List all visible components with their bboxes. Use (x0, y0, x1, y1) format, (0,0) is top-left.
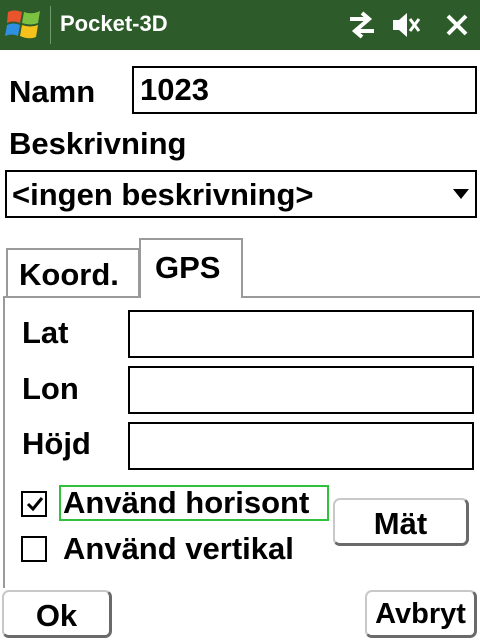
name-input-value: 1023 (140, 72, 209, 107)
lon-label: Lon (22, 371, 79, 406)
chevron-down-icon[interactable] (453, 189, 469, 199)
measure-button[interactable]: Mät (333, 498, 469, 546)
lat-input[interactable] (128, 310, 474, 358)
description-dropdown[interactable]: <ingen beskrivning> (5, 170, 477, 218)
lat-label: Lat (22, 315, 69, 350)
volume-muted-icon[interactable] (390, 10, 422, 40)
use-horizontal-checkbox[interactable] (21, 491, 47, 517)
measure-button-label: Mät (373, 506, 428, 541)
window-title: Pocket-3D (60, 11, 168, 36)
height-input[interactable] (128, 422, 474, 470)
use-vertical-label[interactable]: Använd vertikal (63, 533, 294, 564)
connectivity-icon[interactable] (346, 10, 378, 40)
cancel-button[interactable]: Avbryt (365, 590, 477, 638)
close-icon[interactable] (441, 10, 473, 40)
windows-start-icon[interactable] (4, 6, 44, 44)
ok-button-label: Ok (35, 598, 78, 633)
height-label: Höjd (22, 426, 91, 461)
tab-koord-label: Koord. (19, 257, 119, 292)
ok-button[interactable]: Ok (2, 590, 112, 638)
tab-koord[interactable]: Koord. (6, 248, 140, 296)
description-dropdown-value: <ingen beskrivning> (12, 177, 314, 212)
lon-input[interactable] (128, 366, 474, 414)
checkmark-icon (26, 497, 44, 512)
name-label: Namn (9, 74, 96, 109)
use-vertical-checkbox[interactable] (21, 536, 47, 562)
cancel-button-label: Avbryt (375, 598, 466, 630)
tab-gps-label: GPS (155, 250, 221, 285)
name-input[interactable]: 1023 (132, 66, 477, 114)
use-horizontal-label[interactable]: Använd horisont (63, 487, 309, 518)
title-separator (50, 6, 51, 44)
description-label: Beskrivning (9, 126, 187, 161)
tab-gps[interactable]: GPS (139, 238, 243, 298)
